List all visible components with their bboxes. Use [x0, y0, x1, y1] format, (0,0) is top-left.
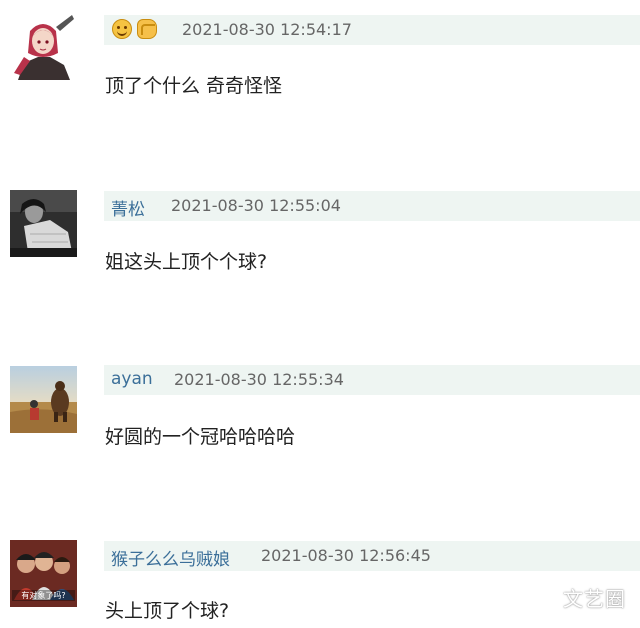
- comment-item: 菁松 2021-08-30 12:55:04 姐这头上顶个个球?: [0, 175, 640, 350]
- username[interactable]: 猴子么么乌贼娘: [111, 545, 230, 570]
- comment-header: ayan 2021-08-30 12:55:34: [104, 365, 640, 395]
- comment-text: 好圆的一个冠哈哈哈哈: [105, 426, 296, 448]
- comment-item: 2021-08-30 12:54:17 顶了个什么 奇奇怪怪: [0, 0, 640, 175]
- comment-item: ayan 2021-08-30 12:55:34 好圆的一个冠哈哈哈哈: [0, 350, 640, 525]
- smiley-face-icon: [112, 19, 132, 39]
- timestamp: 2021-08-30 12:55:34: [174, 370, 344, 389]
- fist-bump-icon: [137, 19, 157, 39]
- avatar[interactable]: [10, 190, 77, 257]
- comment-list: 2021-08-30 12:54:17 顶了个什么 奇奇怪怪 菁松 2021-0…: [0, 0, 640, 628]
- comment-item: 有对象了吗? 猴子么么乌贼娘 2021-08-30 12:56:45 头上顶了个…: [0, 525, 640, 628]
- username[interactable]: 菁松: [111, 195, 145, 220]
- comment-header: 菁松 2021-08-30 12:55:04: [104, 191, 640, 221]
- comment-header: 猴子么么乌贼娘 2021-08-30 12:56:45: [104, 541, 640, 571]
- landscape-avatar-icon: [10, 366, 77, 433]
- comment-text: 头上顶了个球?: [105, 600, 230, 622]
- timestamp: 2021-08-30 12:55:04: [171, 196, 341, 215]
- avatar-caption: 有对象了吗?: [12, 590, 75, 601]
- comment-text: 姐这头上顶个个球?: [105, 251, 268, 273]
- timestamp: 2021-08-30 12:56:45: [261, 546, 431, 565]
- comment-header: 2021-08-30 12:54:17: [104, 15, 640, 45]
- black-white-photo-avatar-icon: [10, 190, 77, 257]
- comment-text: 顶了个什么 奇奇怪怪: [105, 75, 283, 97]
- watermark: 文艺圈: [563, 587, 626, 611]
- anime-girl-avatar-icon: [10, 13, 77, 80]
- timestamp: 2021-08-30 12:54:17: [182, 20, 352, 39]
- username[interactable]: ayan: [111, 369, 153, 389]
- avatar[interactable]: 有对象了吗?: [10, 540, 77, 607]
- avatar[interactable]: [10, 366, 77, 433]
- avatar[interactable]: [10, 13, 77, 80]
